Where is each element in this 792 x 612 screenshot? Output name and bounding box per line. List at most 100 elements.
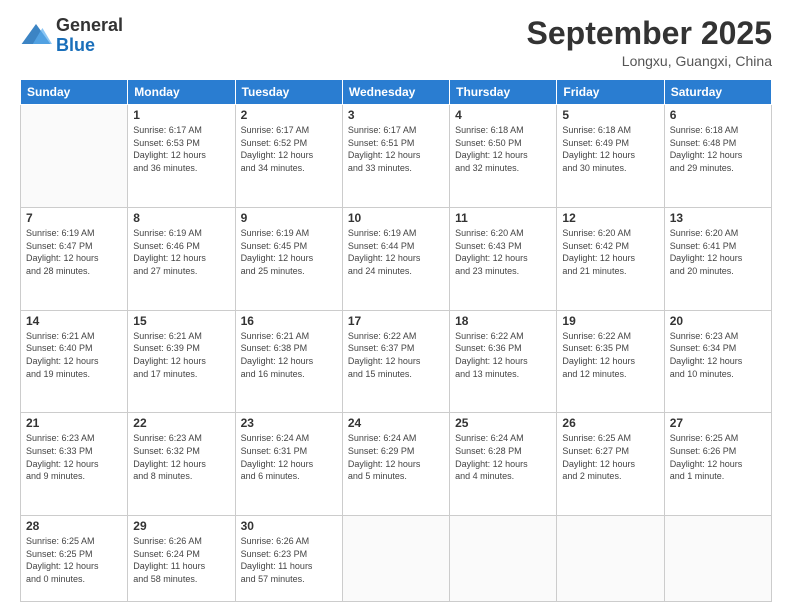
day-number: 28 [26, 519, 122, 533]
day-number: 15 [133, 314, 229, 328]
page: General Blue September 2025 Longxu, Guan… [0, 0, 792, 612]
day-info: Sunrise: 6:25 AM Sunset: 6:27 PM Dayligh… [562, 432, 658, 482]
day-info: Sunrise: 6:24 AM Sunset: 6:31 PM Dayligh… [241, 432, 337, 482]
day-info: Sunrise: 6:19 AM Sunset: 6:47 PM Dayligh… [26, 227, 122, 277]
calendar-cell: 28 Sunrise: 6:25 AM Sunset: 6:25 PM Dayli… [21, 516, 128, 602]
day-info: Sunrise: 6:25 AM Sunset: 6:25 PM Dayligh… [26, 535, 122, 585]
day-info: Sunrise: 6:26 AM Sunset: 6:24 PM Dayligh… [133, 535, 229, 585]
calendar-week-4: 21Sunrise: 6:23 AM Sunset: 6:33 PM Dayli… [21, 413, 772, 516]
calendar-cell: 30 Sunrise: 6:26 AM Sunset: 6:23 PM Dayli… [235, 516, 342, 602]
day-number: 10 [348, 211, 444, 225]
day-info: Sunrise: 6:19 AM Sunset: 6:45 PM Dayligh… [241, 227, 337, 277]
day-info: Sunrise: 6:21 AM Sunset: 6:40 PM Dayligh… [26, 330, 122, 380]
day-info: Sunrise: 6:18 AM Sunset: 6:49 PM Dayligh… [562, 124, 658, 174]
day-number: 16 [241, 314, 337, 328]
day-info: Sunrise: 6:23 AM Sunset: 6:32 PM Dayligh… [133, 432, 229, 482]
title-block: September 2025 Longxu, Guangxi, China [527, 16, 772, 69]
day-info: Sunrise: 6:17 AM Sunset: 6:51 PM Dayligh… [348, 124, 444, 174]
day-info: Sunrise: 6:18 AM Sunset: 6:50 PM Dayligh… [455, 124, 551, 174]
calendar-cell [557, 516, 664, 602]
day-number: 21 [26, 416, 122, 430]
calendar-cell: 6 Sunrise: 6:18 AM Sunset: 6:48 PM Daylig… [664, 105, 771, 208]
day-number: 4 [455, 108, 551, 122]
calendar-week-5: 28 Sunrise: 6:25 AM Sunset: 6:25 PM Dayli… [21, 516, 772, 602]
calendar-cell: 7Sunrise: 6:19 AM Sunset: 6:47 PM Daylig… [21, 207, 128, 310]
day-number: 13 [670, 211, 766, 225]
day-number: 19 [562, 314, 658, 328]
calendar-week-1: 1Sunrise: 6:17 AM Sunset: 6:53 PM Daylig… [21, 105, 772, 208]
day-info: Sunrise: 6:23 AM Sunset: 6:34 PM Dayligh… [670, 330, 766, 380]
day-info: Sunrise: 6:19 AM Sunset: 6:44 PM Dayligh… [348, 227, 444, 277]
calendar-cell: 21Sunrise: 6:23 AM Sunset: 6:33 PM Dayli… [21, 413, 128, 516]
day-number: 20 [670, 314, 766, 328]
day-info: Sunrise: 6:18 AM Sunset: 6:48 PM Dayligh… [670, 124, 766, 174]
calendar-week-2: 7Sunrise: 6:19 AM Sunset: 6:47 PM Daylig… [21, 207, 772, 310]
day-info: Sunrise: 6:22 AM Sunset: 6:37 PM Dayligh… [348, 330, 444, 380]
day-number: 3 [348, 108, 444, 122]
logo-icon [20, 20, 52, 52]
calendar-cell: 20 Sunrise: 6:23 AM Sunset: 6:34 PM Dayli… [664, 310, 771, 413]
calendar-cell: 11 Sunrise: 6:20 AM Sunset: 6:43 PM Dayli… [450, 207, 557, 310]
day-info: Sunrise: 6:21 AM Sunset: 6:38 PM Dayligh… [241, 330, 337, 380]
header: General Blue September 2025 Longxu, Guan… [20, 16, 772, 69]
calendar-cell [21, 105, 128, 208]
calendar-cell: 19 Sunrise: 6:22 AM Sunset: 6:35 PM Dayli… [557, 310, 664, 413]
day-info: Sunrise: 6:21 AM Sunset: 6:39 PM Dayligh… [133, 330, 229, 380]
calendar-cell: 3 Sunrise: 6:17 AM Sunset: 6:51 PM Daylig… [342, 105, 449, 208]
logo: General Blue [20, 16, 123, 56]
weekday-header-friday: Friday [557, 80, 664, 105]
day-info: Sunrise: 6:19 AM Sunset: 6:46 PM Dayligh… [133, 227, 229, 277]
day-number: 24 [348, 416, 444, 430]
day-number: 6 [670, 108, 766, 122]
calendar-cell: 27 Sunrise: 6:25 AM Sunset: 6:26 PM Dayli… [664, 413, 771, 516]
day-number: 14 [26, 314, 122, 328]
calendar-cell [450, 516, 557, 602]
month-title: September 2025 [527, 16, 772, 51]
calendar-cell: 10 Sunrise: 6:19 AM Sunset: 6:44 PM Dayli… [342, 207, 449, 310]
day-number: 30 [241, 519, 337, 533]
calendar-cell: 5 Sunrise: 6:18 AM Sunset: 6:49 PM Daylig… [557, 105, 664, 208]
calendar-cell [664, 516, 771, 602]
day-number: 12 [562, 211, 658, 225]
calendar-cell: 9Sunrise: 6:19 AM Sunset: 6:45 PM Daylig… [235, 207, 342, 310]
day-number: 26 [562, 416, 658, 430]
weekday-header-tuesday: Tuesday [235, 80, 342, 105]
day-info: Sunrise: 6:20 AM Sunset: 6:41 PM Dayligh… [670, 227, 766, 277]
calendar-cell: 16 Sunrise: 6:21 AM Sunset: 6:38 PM Dayli… [235, 310, 342, 413]
day-info: Sunrise: 6:25 AM Sunset: 6:26 PM Dayligh… [670, 432, 766, 482]
day-info: Sunrise: 6:17 AM Sunset: 6:52 PM Dayligh… [241, 124, 337, 174]
calendar-cell: 1Sunrise: 6:17 AM Sunset: 6:53 PM Daylig… [128, 105, 235, 208]
calendar-table: SundayMondayTuesdayWednesdayThursdayFrid… [20, 79, 772, 602]
calendar-cell: 12 Sunrise: 6:20 AM Sunset: 6:42 PM Dayli… [557, 207, 664, 310]
calendar-cell: 18Sunrise: 6:22 AM Sunset: 6:36 PM Dayli… [450, 310, 557, 413]
day-info: Sunrise: 6:22 AM Sunset: 6:35 PM Dayligh… [562, 330, 658, 380]
day-number: 25 [455, 416, 551, 430]
calendar-cell: 25 Sunrise: 6:24 AM Sunset: 6:28 PM Dayli… [450, 413, 557, 516]
calendar-cell: 2Sunrise: 6:17 AM Sunset: 6:52 PM Daylig… [235, 105, 342, 208]
calendar-cell: 24 Sunrise: 6:24 AM Sunset: 6:29 PM Dayli… [342, 413, 449, 516]
calendar-cell: 4 Sunrise: 6:18 AM Sunset: 6:50 PM Daylig… [450, 105, 557, 208]
day-info: Sunrise: 6:20 AM Sunset: 6:42 PM Dayligh… [562, 227, 658, 277]
logo-blue: Blue [56, 36, 123, 56]
day-info: Sunrise: 6:24 AM Sunset: 6:28 PM Dayligh… [455, 432, 551, 482]
day-number: 5 [562, 108, 658, 122]
weekday-header-wednesday: Wednesday [342, 80, 449, 105]
day-info: Sunrise: 6:24 AM Sunset: 6:29 PM Dayligh… [348, 432, 444, 482]
calendar-cell [342, 516, 449, 602]
location: Longxu, Guangxi, China [527, 53, 772, 69]
day-number: 11 [455, 211, 551, 225]
day-info: Sunrise: 6:17 AM Sunset: 6:53 PM Dayligh… [133, 124, 229, 174]
day-info: Sunrise: 6:20 AM Sunset: 6:43 PM Dayligh… [455, 227, 551, 277]
weekday-header-monday: Monday [128, 80, 235, 105]
calendar-cell: 17Sunrise: 6:22 AM Sunset: 6:37 PM Dayli… [342, 310, 449, 413]
day-info: Sunrise: 6:26 AM Sunset: 6:23 PM Dayligh… [241, 535, 337, 585]
logo-text: General Blue [56, 16, 123, 56]
day-number: 23 [241, 416, 337, 430]
calendar-header-row: SundayMondayTuesdayWednesdayThursdayFrid… [21, 80, 772, 105]
calendar-cell: 23 Sunrise: 6:24 AM Sunset: 6:31 PM Dayli… [235, 413, 342, 516]
day-number: 18 [455, 314, 551, 328]
calendar-cell: 22Sunrise: 6:23 AM Sunset: 6:32 PM Dayli… [128, 413, 235, 516]
day-number: 27 [670, 416, 766, 430]
calendar-week-3: 14 Sunrise: 6:21 AM Sunset: 6:40 PM Dayli… [21, 310, 772, 413]
calendar-cell: 8Sunrise: 6:19 AM Sunset: 6:46 PM Daylig… [128, 207, 235, 310]
